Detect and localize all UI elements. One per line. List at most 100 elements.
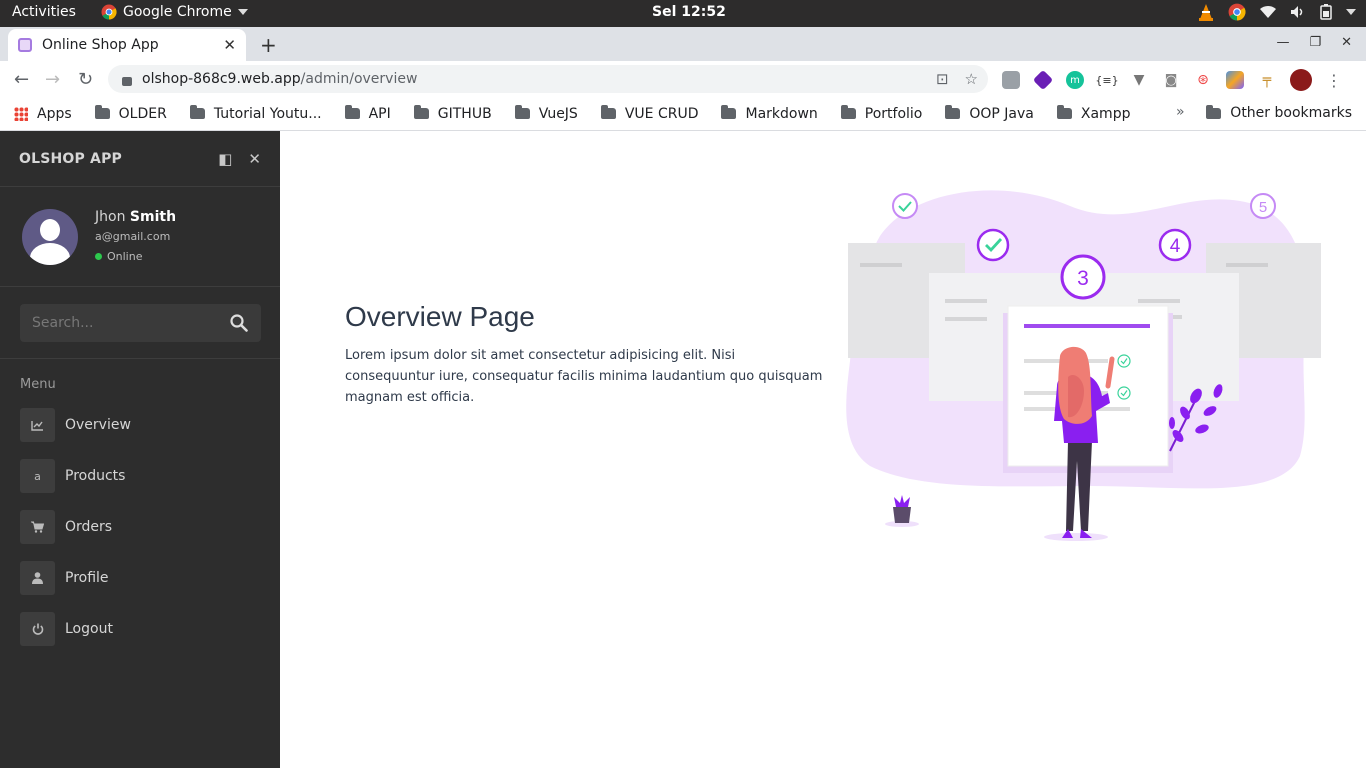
folder-icon xyxy=(189,105,205,119)
online-dot-icon xyxy=(95,253,102,260)
sidebar-item-profile[interactable]: Profile xyxy=(20,561,260,595)
bookmark-folder[interactable]: Tutorial Youtu... xyxy=(189,105,322,122)
sidebar-item-label: Orders xyxy=(65,519,113,535)
close-sidebar-icon[interactable]: ✕ xyxy=(248,150,261,168)
address-bar[interactable]: olshop-868c9.web.app/admin/overview ⊡ ☆ xyxy=(108,65,988,93)
bookmark-label: Tutorial Youtu... xyxy=(213,105,322,122)
app-menu-label: Google Chrome xyxy=(123,4,232,20)
bookmark-label: GITHUB xyxy=(437,105,492,122)
bookmark-label: Apps xyxy=(37,105,72,122)
url-host: olshop-868c9.web.app xyxy=(142,71,301,87)
extension-red-swirl-icon[interactable]: ⊛ xyxy=(1194,71,1212,89)
bookmark-folder[interactable]: OOP Java xyxy=(945,105,1034,122)
bookmark-label: Markdown xyxy=(745,105,818,122)
bookmarks-overflow-button[interactable]: » xyxy=(1176,104,1185,120)
bookmark-label: VueJS xyxy=(538,105,578,122)
lock-icon[interactable] xyxy=(122,76,132,86)
profile-avatar[interactable] xyxy=(1290,69,1312,91)
user-panel: Jhon Smith a@gmail.com Online xyxy=(0,187,280,287)
extension-json-icon[interactable]: {≡} xyxy=(1095,71,1118,89)
sidebar-item-overview[interactable]: Overview xyxy=(20,408,260,442)
collapse-sidebar-icon[interactable]: ◧ xyxy=(218,150,232,168)
bookmark-folder[interactable]: Xampp xyxy=(1056,105,1131,122)
user-status-label: Online xyxy=(107,250,143,263)
bookmark-folder[interactable]: GITHUB xyxy=(413,105,492,122)
pot-icon xyxy=(885,495,919,527)
sidebar-item-products[interactable]: a Products xyxy=(20,459,260,493)
folder-icon xyxy=(1206,104,1222,119)
bookmark-folder[interactable]: Portfolio xyxy=(840,105,923,122)
bookmark-folder[interactable]: VueJS xyxy=(514,105,578,122)
search-input[interactable] xyxy=(20,304,261,342)
forward-arrow-icon[interactable]: → xyxy=(45,69,60,90)
app-menu[interactable]: Google Chrome xyxy=(101,4,248,20)
wifi-icon xyxy=(1260,5,1276,19)
sidebar-header: OLSHOP APP ◧ ✕ xyxy=(0,131,280,187)
restore-icon[interactable]: ❐ xyxy=(1309,35,1321,50)
amazon-icon: a xyxy=(20,459,55,493)
menu-title: Menu xyxy=(20,377,56,392)
chevron-down-icon xyxy=(237,9,248,15)
extension-purple-cube-icon[interactable] xyxy=(1032,69,1054,91)
bookmark-label: Portfolio xyxy=(864,105,923,122)
close-window-icon[interactable]: ✕ xyxy=(1341,35,1352,50)
bookmark-folder[interactable]: VUE CRUD xyxy=(600,105,698,122)
reload-icon[interactable]: ↻ xyxy=(78,69,93,90)
bookmark-folder[interactable]: Markdown xyxy=(721,105,818,122)
tab-close-icon[interactable]: ✕ xyxy=(223,36,236,54)
step-4-label: 4 xyxy=(1170,236,1181,257)
extension-ruler-icon[interactable]: ╤ xyxy=(1258,71,1276,89)
user-name: Jhon Smith xyxy=(95,209,176,225)
sidebar-item-label: Logout xyxy=(65,621,113,637)
browser-toolbar: ← → ↻ olshop-868c9.web.app/admin/overvie… xyxy=(0,61,1366,97)
other-bookmarks[interactable]: Other bookmarks xyxy=(1206,104,1352,121)
sidebar-search xyxy=(0,287,280,359)
folder-icon xyxy=(721,105,737,119)
step-3-label: 3 xyxy=(1077,267,1089,290)
bookmark-apps[interactable]: Apps xyxy=(14,106,72,122)
apps-grid-icon xyxy=(14,106,28,121)
chrome-logo-icon xyxy=(101,4,117,20)
user-email: a@gmail.com xyxy=(95,230,171,243)
new-tab-button[interactable]: + xyxy=(260,33,277,57)
extension-camera-icon[interactable]: ◙ xyxy=(1162,71,1180,89)
system-top-bar: Activities Google Chrome Sel 12:52 xyxy=(0,0,1366,27)
battery-icon xyxy=(1320,4,1332,20)
page-title: Overview Page xyxy=(345,301,535,332)
folder-icon xyxy=(600,105,616,119)
cart-icon xyxy=(20,510,55,544)
system-menu-chevron-icon xyxy=(1346,9,1356,15)
folder-icon xyxy=(94,105,110,119)
minimize-icon[interactable]: — xyxy=(1276,35,1289,50)
extension-color-picker-icon[interactable] xyxy=(1226,71,1244,89)
system-tray[interactable] xyxy=(1198,3,1356,21)
extension-grey-icon[interactable] xyxy=(1002,71,1020,89)
folder-icon xyxy=(945,105,961,119)
bookmark-label: Xampp xyxy=(1080,105,1131,122)
chrome-menu-icon[interactable]: ⋮ xyxy=(1326,71,1342,90)
extension-m-icon[interactable]: m xyxy=(1066,71,1084,89)
search-icon[interactable] xyxy=(230,314,248,332)
overview-illustration: 3 4 5 xyxy=(846,190,1321,541)
translate-icon[interactable]: ⊡ xyxy=(936,70,949,88)
bookmark-folder[interactable]: API xyxy=(344,105,391,122)
clock[interactable]: Sel 12:52 xyxy=(652,4,726,20)
tab-online-shop-app[interactable]: Online Shop App ✕ xyxy=(8,29,246,61)
tab-favicon-icon xyxy=(18,38,32,52)
back-arrow-icon[interactable]: ← xyxy=(14,69,29,90)
bookmark-folder[interactable]: OLDER xyxy=(94,105,167,122)
bookmarks-bar: Apps OLDER Tutorial Youtu... API GITHUB … xyxy=(0,97,1366,131)
folder-icon xyxy=(1056,105,1072,119)
chrome-tray-icon xyxy=(1228,3,1246,21)
activities-button[interactable]: Activities xyxy=(12,4,76,20)
bookmark-label: OLDER xyxy=(118,105,167,122)
volume-icon xyxy=(1291,6,1303,18)
extension-vue-devtools-icon[interactable]: ▼ xyxy=(1130,71,1148,89)
sidebar-item-orders[interactable]: Orders xyxy=(20,510,260,544)
chart-icon xyxy=(20,408,55,442)
power-icon xyxy=(20,612,55,646)
folder-icon xyxy=(344,105,360,119)
sidebar-item-label: Profile xyxy=(65,570,109,586)
bookmark-star-icon[interactable]: ☆ xyxy=(965,70,978,88)
sidebar-item-logout[interactable]: Logout xyxy=(20,612,260,646)
